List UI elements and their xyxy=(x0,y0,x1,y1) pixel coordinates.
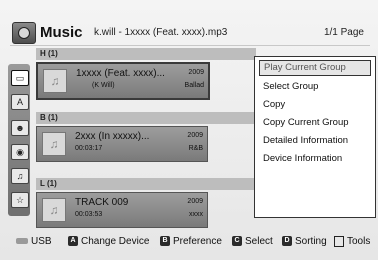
track-title: TRACK 009 xyxy=(75,197,129,208)
abc-icon[interactable]: A xyxy=(11,94,29,110)
d-button-icon: D xyxy=(282,236,292,247)
list-item[interactable]: ♫ 2xxx (In xxxxx)... 00:03:17 2009 R&B xyxy=(36,126,208,162)
artist-icon[interactable]: ☻ xyxy=(11,120,29,136)
page-count: 1/1 Page xyxy=(323,27,364,38)
music-icon xyxy=(12,22,36,44)
menu-item-select-group[interactable]: Select Group xyxy=(263,81,318,92)
footer-guide: USB A Change Device B Preference C Select D… xyxy=(0,234,378,250)
sorting-label: Sorting xyxy=(295,236,327,247)
track-genre: Ballad xyxy=(184,82,204,89)
track-year: 2009 xyxy=(187,132,203,139)
track-title: 1xxxx (Feat. xxxx)... xyxy=(76,68,165,79)
preference-button[interactable]: B Preference xyxy=(160,236,222,248)
track-year: 2009 xyxy=(188,69,204,76)
header: Music k.will - 1xxxx (Feat. xxxx).mp3 1/… xyxy=(10,14,368,44)
app-title: Music xyxy=(40,24,83,41)
tools-button[interactable]: Tools xyxy=(334,236,370,248)
b-button-icon: B xyxy=(160,236,170,247)
menu-item-play-current-group[interactable]: Play Current Group xyxy=(259,60,371,76)
c-button-icon: C xyxy=(232,236,242,247)
track-duration: 00:03:53 xyxy=(75,211,103,218)
music-note-icon: ♫ xyxy=(42,132,66,156)
tools-menu: Play Current Group Select Group Copy Cop… xyxy=(254,56,376,218)
track-genre: xxxx xyxy=(189,211,203,218)
music-note-icon: ♫ xyxy=(42,198,66,222)
usb-icon xyxy=(16,238,28,245)
music-note-icon: ♫ xyxy=(43,69,67,93)
select-label: Select xyxy=(245,236,273,247)
folder-icon[interactable]: ▭ xyxy=(11,70,29,86)
change-device-button[interactable]: A Change Device xyxy=(68,236,149,248)
genre-icon[interactable]: ♫ xyxy=(11,168,29,184)
tools-icon xyxy=(334,236,344,247)
track-title: 2xxx (In xxxxx)... xyxy=(75,131,150,142)
track-artist: (K Will) xyxy=(92,82,115,89)
current-file-name: k.will - 1xxxx (Feat. xxxx).mp3 xyxy=(94,27,228,38)
header-divider xyxy=(10,45,370,46)
group-label: H (1) xyxy=(36,48,256,60)
track-genre: R&B xyxy=(188,145,203,152)
group-label: L (1) xyxy=(36,178,256,190)
music-browser-screen: Music k.will - 1xxxx (Feat. xxxx).mp3 1/… xyxy=(0,0,378,260)
favorite-icon[interactable]: ☆ xyxy=(11,192,29,208)
usb-label: USB xyxy=(31,236,52,247)
select-button[interactable]: C Select xyxy=(232,236,273,248)
usb-device[interactable]: USB xyxy=(16,236,52,248)
menu-item-detailed-information[interactable]: Detailed Information xyxy=(263,135,348,146)
preference-label: Preference xyxy=(173,236,222,247)
change-device-label: Change Device xyxy=(81,236,150,247)
group-label: B (1) xyxy=(36,112,256,124)
menu-item-copy-current-group[interactable]: Copy Current Group xyxy=(263,117,349,128)
menu-item-device-information[interactable]: Device Information xyxy=(263,153,342,164)
view-sidebar: ▭ A ☻ ◉ ♫ ☆ xyxy=(8,64,30,216)
track-duration: 00:03:17 xyxy=(75,145,103,152)
track-year: 2009 xyxy=(187,198,203,205)
a-button-icon: A xyxy=(68,236,78,247)
list-item[interactable]: ♫ 1xxxx (Feat. xxxx)... (K Will) 2009 Ba… xyxy=(36,62,210,100)
sorting-button[interactable]: D Sorting xyxy=(282,236,327,248)
tools-label: Tools xyxy=(347,236,371,248)
list-item[interactable]: ♫ TRACK 009 00:03:53 2009 xxxx xyxy=(36,192,208,228)
menu-item-copy[interactable]: Copy xyxy=(263,99,285,110)
album-icon[interactable]: ◉ xyxy=(11,144,29,160)
